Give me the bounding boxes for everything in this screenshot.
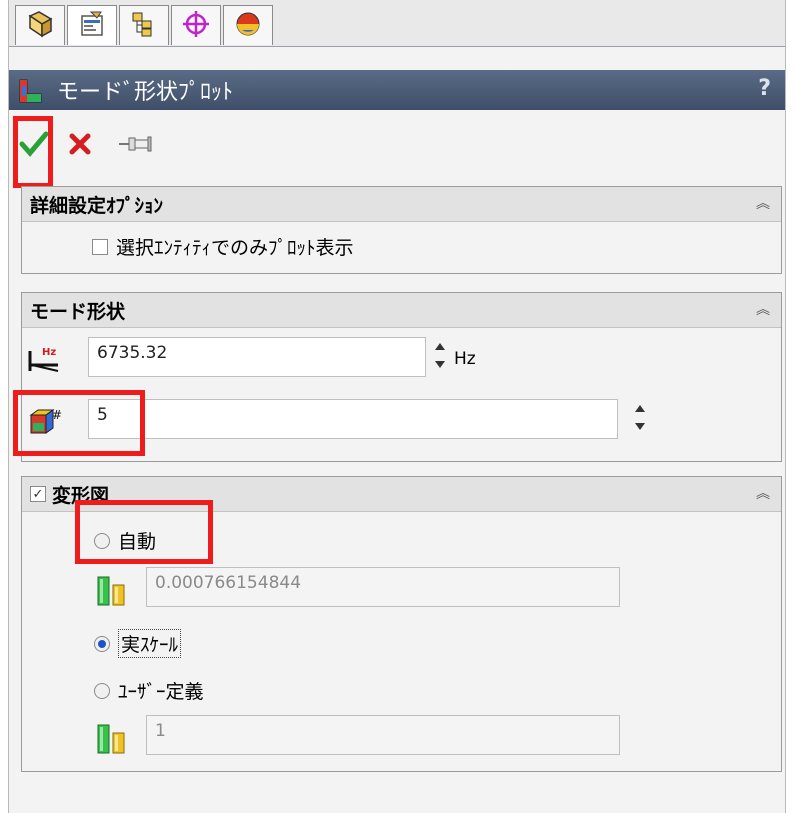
- user-defined-label: ﾕｰｻﾞｰ定義: [118, 681, 204, 703]
- advanced-options-title: 詳細設定ｵﾌﾟｼｮﾝ: [30, 194, 164, 217]
- collapse-chevron-icon[interactable]: ︽: [755, 486, 771, 502]
- frequency-spinner[interactable]: [432, 337, 448, 377]
- user-defined-radio[interactable]: [94, 682, 110, 699]
- highlight-auto-option: [75, 500, 213, 564]
- advanced-options-header[interactable]: 詳細設定ｵﾌﾟｼｮﾝ ︽: [22, 187, 781, 222]
- help-button[interactable]: ?: [758, 76, 771, 101]
- svg-text:Hz: Hz: [42, 347, 56, 358]
- configuration-manager-icon: [129, 10, 159, 42]
- frequency-field[interactable]: 6735.32: [88, 337, 426, 377]
- spinner-up-icon[interactable]: [435, 343, 445, 350]
- selected-only-label: 選択ｴﾝﾃｨﾃｨでのみﾌﾟﾛｯﾄ表示: [116, 237, 354, 259]
- frequency-unit: Hz: [454, 349, 476, 369]
- mode-shape-title: モード形状: [30, 300, 126, 323]
- deformed-shape-checkbox[interactable]: ✓: [30, 486, 46, 502]
- spinner-down-icon[interactable]: [635, 423, 645, 430]
- tab-display-manager[interactable]: [223, 5, 273, 45]
- selected-only-checkbox[interactable]: [92, 238, 108, 255]
- scale-factor-icon: [96, 721, 130, 759]
- true-scale-radio[interactable]: [94, 635, 110, 652]
- mode-shape-header[interactable]: モード形状 ︽: [22, 293, 781, 328]
- property-manager-icon: [77, 10, 107, 42]
- close-icon: [67, 133, 93, 161]
- dimxpert-icon: [181, 10, 211, 42]
- mode-number-spinner[interactable]: [632, 399, 648, 439]
- display-manager-icon: [233, 10, 263, 42]
- auto-scale-field: 0.000766154844: [146, 567, 620, 607]
- spinner-up-icon[interactable]: [635, 405, 645, 412]
- manager-tab-bar: [9, 0, 785, 47]
- tab-configuration-manager[interactable]: [119, 5, 169, 45]
- selected-only-row: 選択ｴﾝﾃｨﾃｨでのみﾌﾟﾛｯﾄ表示: [92, 233, 354, 260]
- radio-selected-dot: [98, 639, 106, 648]
- cancel-button[interactable]: [67, 131, 93, 161]
- property-manager-title: モードﾞ形状ﾌﾟﾛｯﾄ: [57, 80, 234, 105]
- true-scale-radio-row[interactable]: 実ｽｹｰﾙ: [94, 629, 182, 658]
- property-manager-panel: モードﾞ形状ﾌﾟﾛｯﾄ ? 詳細設定ｵﾌﾟｼｮﾝ ︽ 選択ｴﾝﾃｨﾃｨでのみﾌﾟ…: [8, 0, 786, 813]
- scale-factor-icon: [96, 573, 130, 611]
- user-defined-radio-row[interactable]: ﾕｰｻﾞｰ定義: [94, 677, 204, 704]
- tab-feature-manager[interactable]: [15, 5, 65, 45]
- tab-property-manager[interactable]: [67, 5, 117, 45]
- pin-icon: [117, 136, 153, 159]
- highlight-mode-number: [13, 390, 145, 456]
- spinner-down-icon[interactable]: [435, 361, 445, 368]
- pin-button[interactable]: [117, 133, 153, 159]
- highlight-ok-button: [13, 116, 53, 188]
- collapse-chevron-icon[interactable]: ︽: [755, 302, 771, 318]
- collapse-chevron-icon[interactable]: ︽: [755, 196, 771, 212]
- mode-number-field[interactable]: 5: [88, 399, 618, 439]
- mode-shape-plot-icon: [17, 76, 47, 108]
- true-scale-label: 実ｽｹｰﾙ: [118, 629, 182, 658]
- frequency-icon: Hz: [28, 343, 64, 377]
- action-row: [9, 118, 785, 178]
- tab-dimxpert-manager[interactable]: [171, 5, 221, 45]
- user-scale-field: 1: [146, 715, 620, 755]
- feature-manager-icon: [25, 10, 55, 42]
- property-manager-title-bar: モードﾞ形状ﾌﾟﾛｯﾄ ?: [9, 70, 785, 110]
- advanced-options-group: 詳細設定ｵﾌﾟｼｮﾝ ︽ 選択ｴﾝﾃｨﾃｨでのみﾌﾟﾛｯﾄ表示: [21, 186, 782, 274]
